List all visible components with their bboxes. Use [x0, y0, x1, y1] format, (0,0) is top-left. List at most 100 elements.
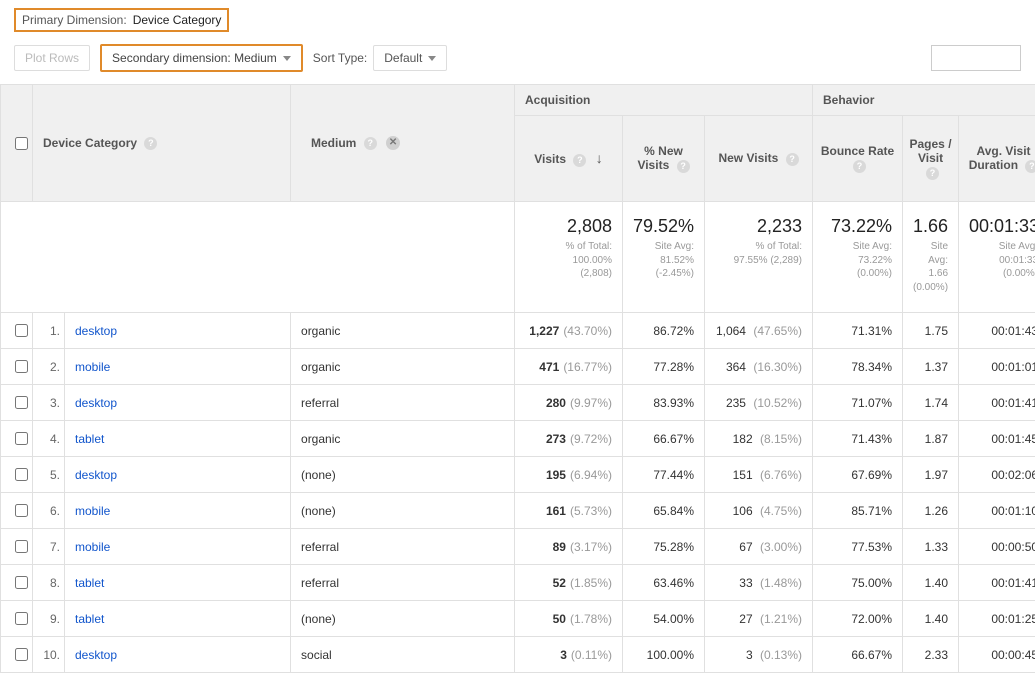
- cell-device[interactable]: desktop: [65, 637, 291, 673]
- cell-visits: 161(5.73%): [515, 493, 623, 529]
- cell-pct-new-visits: 100.00%: [623, 637, 705, 673]
- table-row: 1.desktoporganic1,227(43.70%)86.72%1,064…: [1, 313, 1035, 349]
- cell-pages-per-visit: 1.26: [903, 493, 959, 529]
- cell-device[interactable]: tablet: [65, 601, 291, 637]
- cell-medium[interactable]: referral: [291, 529, 515, 565]
- help-icon[interactable]: ?: [364, 137, 377, 150]
- col-pct-new-visits[interactable]: % New Visits ?: [623, 116, 705, 202]
- row-index: 5.: [33, 457, 65, 493]
- cell-visits: 471(16.77%): [515, 349, 623, 385]
- cell-bounce-rate: 66.67%: [813, 637, 903, 673]
- cell-pages-per-visit: 1.75: [903, 313, 959, 349]
- row-checkbox[interactable]: [15, 504, 28, 517]
- row-checkbox[interactable]: [15, 648, 28, 661]
- cell-medium[interactable]: referral: [291, 565, 515, 601]
- cell-avg-visit-duration: 00:01:01: [959, 349, 1035, 385]
- sort-desc-icon: ↓: [596, 150, 603, 166]
- cell-medium[interactable]: organic: [291, 349, 515, 385]
- group-behavior: Behavior: [813, 85, 1035, 116]
- row-checkbox[interactable]: [15, 540, 28, 553]
- cell-pct-new-visits: 54.00%: [623, 601, 705, 637]
- cell-device[interactable]: mobile: [65, 349, 291, 385]
- cell-bounce-rate: 77.53%: [813, 529, 903, 565]
- col-pages-per-visit[interactable]: Pages / Visit ?: [903, 116, 959, 202]
- cell-pages-per-visit: 1.33: [903, 529, 959, 565]
- cell-new-visits: 3 (0.13%): [705, 637, 813, 673]
- cell-avg-visit-duration: 00:01:10: [959, 493, 1035, 529]
- cell-avg-visit-duration: 00:01:41: [959, 385, 1035, 421]
- row-checkbox[interactable]: [15, 360, 28, 373]
- help-icon[interactable]: ?: [786, 153, 799, 166]
- row-checkbox[interactable]: [15, 468, 28, 481]
- cell-pct-new-visits: 66.67%: [623, 421, 705, 457]
- help-icon[interactable]: ?: [853, 160, 866, 173]
- cell-medium[interactable]: (none): [291, 493, 515, 529]
- cell-visits: 52(1.85%): [515, 565, 623, 601]
- cell-medium[interactable]: organic: [291, 313, 515, 349]
- plot-rows-button: Plot Rows: [14, 45, 90, 71]
- col-avg-visit-duration[interactable]: Avg. Visit Duration ?: [959, 116, 1035, 202]
- help-icon[interactable]: ?: [926, 167, 939, 180]
- select-all-checkbox[interactable]: [15, 137, 28, 150]
- cell-bounce-rate: 75.00%: [813, 565, 903, 601]
- help-icon[interactable]: ?: [144, 137, 157, 150]
- cell-device[interactable]: desktop: [65, 385, 291, 421]
- col-device-category[interactable]: Device Category: [43, 136, 137, 150]
- row-checkbox[interactable]: [15, 396, 28, 409]
- cell-visits: 195(6.94%): [515, 457, 623, 493]
- table-row: 8.tabletreferral52(1.85%)63.46%33 (1.48%…: [1, 565, 1035, 601]
- col-new-visits[interactable]: New Visits ?: [705, 116, 813, 202]
- cell-medium[interactable]: (none): [291, 457, 515, 493]
- row-index: 8.: [33, 565, 65, 601]
- primary-dimension-value: Device Category: [133, 13, 222, 27]
- cell-device[interactable]: tablet: [65, 421, 291, 457]
- row-index: 1.: [33, 313, 65, 349]
- table-row: 3.desktopreferral280(9.97%)83.93%235 (10…: [1, 385, 1035, 421]
- col-visits[interactable]: Visits ? ↓: [515, 116, 623, 202]
- row-checkbox[interactable]: [15, 576, 28, 589]
- row-checkbox[interactable]: [15, 612, 28, 625]
- cell-bounce-rate: 72.00%: [813, 601, 903, 637]
- table-row: 9.tablet(none)50(1.78%)54.00%27 (1.21%)7…: [1, 601, 1035, 637]
- sort-type-dropdown[interactable]: Default: [373, 45, 447, 71]
- cell-device[interactable]: mobile: [65, 493, 291, 529]
- cell-medium[interactable]: organic: [291, 421, 515, 457]
- cell-new-visits: 151 (6.76%): [705, 457, 813, 493]
- summary-pct-new-visits: 79.52% Site Avg: 81.52% (-2.45%): [623, 202, 705, 313]
- remove-secondary-dimension-icon[interactable]: ✕: [386, 136, 400, 150]
- cell-new-visits: 27 (1.21%): [705, 601, 813, 637]
- cell-visits: 89(3.17%): [515, 529, 623, 565]
- search-input[interactable]: [931, 45, 1021, 71]
- table-row: 6.mobile(none)161(5.73%)65.84%106 (4.75%…: [1, 493, 1035, 529]
- help-icon[interactable]: ?: [1025, 160, 1035, 173]
- cell-device[interactable]: desktop: [65, 313, 291, 349]
- report-table: Device Category ? Medium ? ✕ Acquisition…: [0, 84, 1035, 673]
- help-icon[interactable]: ?: [573, 154, 586, 167]
- col-bounce-rate[interactable]: Bounce Rate ?: [813, 116, 903, 202]
- summary-visits: 2,808 % of Total: 100.00% (2,808): [515, 202, 623, 313]
- cell-pct-new-visits: 75.28%: [623, 529, 705, 565]
- cell-device[interactable]: mobile: [65, 529, 291, 565]
- row-checkbox[interactable]: [15, 324, 28, 337]
- col-medium[interactable]: Medium: [311, 136, 356, 150]
- cell-device[interactable]: desktop: [65, 457, 291, 493]
- cell-pct-new-visits: 86.72%: [623, 313, 705, 349]
- secondary-dimension-dropdown[interactable]: Secondary dimension: Medium: [100, 44, 303, 72]
- cell-avg-visit-duration: 00:02:06: [959, 457, 1035, 493]
- cell-medium[interactable]: social: [291, 637, 515, 673]
- cell-medium[interactable]: referral: [291, 385, 515, 421]
- cell-new-visits: 364 (16.30%): [705, 349, 813, 385]
- secondary-dimension-label: Secondary dimension: Medium: [112, 51, 277, 65]
- cell-pages-per-visit: 1.40: [903, 565, 959, 601]
- chevron-down-icon: [428, 56, 436, 61]
- cell-visits: 50(1.78%): [515, 601, 623, 637]
- row-index: 2.: [33, 349, 65, 385]
- cell-bounce-rate: 85.71%: [813, 493, 903, 529]
- sort-type-label: Sort Type:: [313, 51, 367, 65]
- row-checkbox[interactable]: [15, 432, 28, 445]
- cell-device[interactable]: tablet: [65, 565, 291, 601]
- cell-medium[interactable]: (none): [291, 601, 515, 637]
- cell-avg-visit-duration: 00:01:41: [959, 565, 1035, 601]
- cell-bounce-rate: 71.31%: [813, 313, 903, 349]
- help-icon[interactable]: ?: [677, 160, 690, 173]
